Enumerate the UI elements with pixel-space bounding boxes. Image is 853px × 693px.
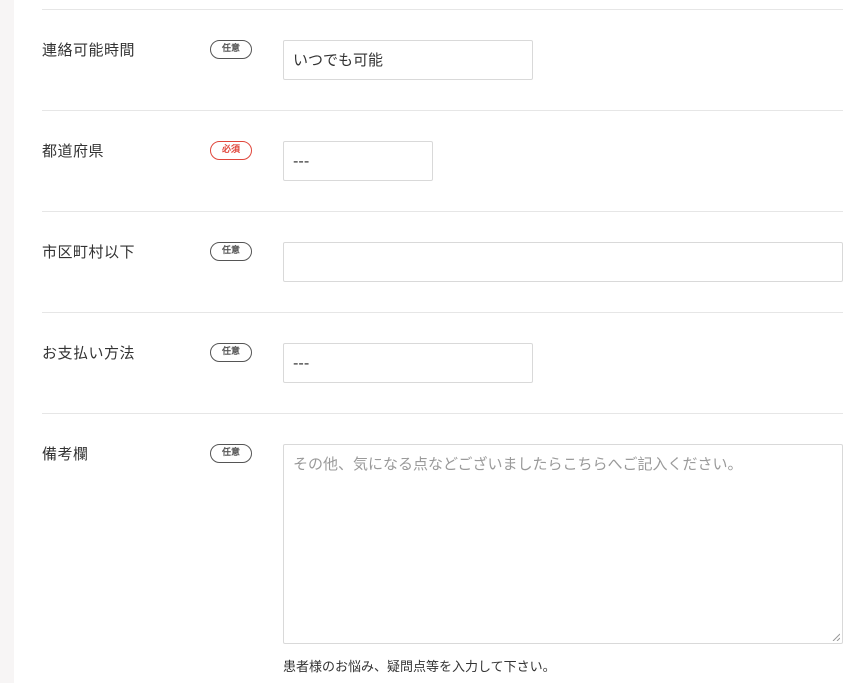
optional-badge: 任意 bbox=[210, 444, 252, 463]
payment-method-select[interactable]: --- bbox=[283, 343, 533, 383]
contact-time-input[interactable]: いつでも可能 bbox=[283, 40, 533, 80]
left-edge-strip bbox=[0, 0, 14, 683]
form-row-remarks: 備考欄 任意 その他、気になる点などございましたらこちらへご記入ください。 患者… bbox=[42, 413, 843, 693]
field-label: お支払い方法 bbox=[42, 344, 136, 362]
remarks-placeholder: その他、気になる点などございましたらこちらへご記入ください。 bbox=[293, 455, 743, 473]
optional-badge: 任意 bbox=[210, 242, 252, 261]
prefecture-select[interactable]: --- bbox=[283, 141, 433, 181]
contact-form: 連絡可能時間 任意 いつでも可能 都道府県 必須 --- 市区町村以下 任意 お… bbox=[42, 0, 843, 693]
field-label: 都道府県 bbox=[42, 142, 105, 160]
field-label: 市区町村以下 bbox=[42, 243, 136, 261]
form-row-prefecture: 都道府県 必須 --- bbox=[42, 110, 843, 211]
address-input[interactable] bbox=[283, 242, 843, 282]
optional-badge: 任意 bbox=[210, 40, 252, 59]
remarks-help-text: 患者様のお悩み、疑問点等を入力して下さい。 bbox=[283, 660, 556, 675]
required-badge: 必須 bbox=[210, 141, 252, 160]
form-row-address: 市区町村以下 任意 bbox=[42, 211, 843, 312]
resize-handle-icon[interactable] bbox=[832, 633, 840, 641]
form-row-payment: お支払い方法 任意 --- bbox=[42, 312, 843, 413]
field-label: 連絡可能時間 bbox=[42, 41, 136, 59]
form-row-contact-time: 連絡可能時間 任意 いつでも可能 bbox=[42, 9, 843, 110]
remarks-textarea[interactable]: その他、気になる点などございましたらこちらへご記入ください。 bbox=[283, 444, 843, 644]
optional-badge: 任意 bbox=[210, 343, 252, 362]
field-label: 備考欄 bbox=[42, 445, 89, 463]
